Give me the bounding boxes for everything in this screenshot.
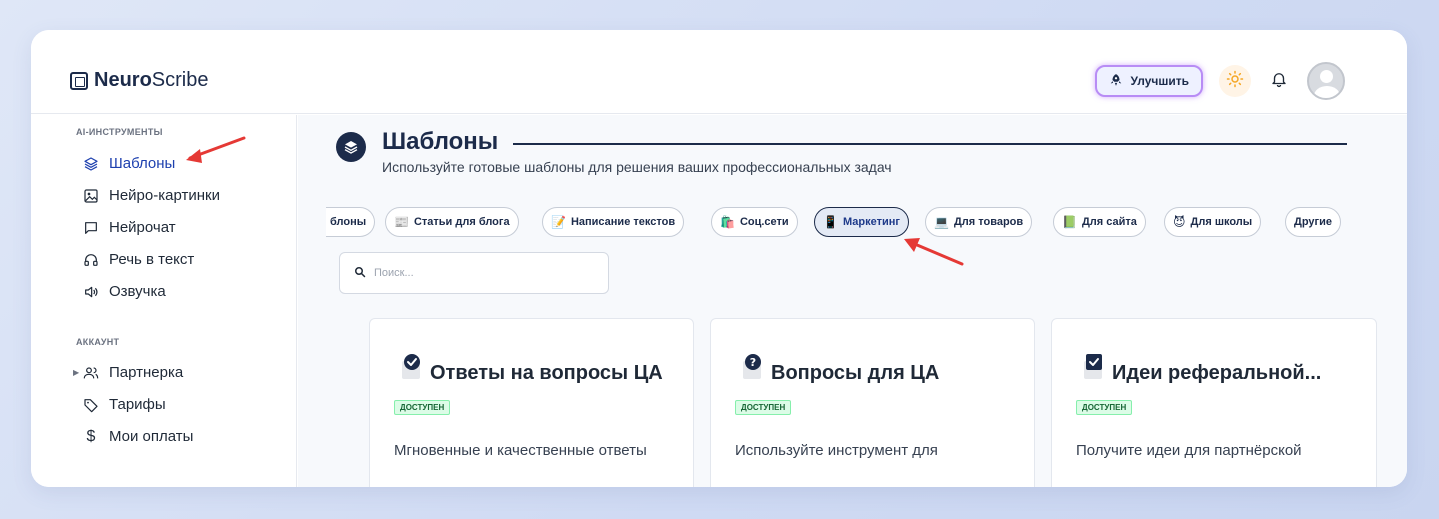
sidebar-item-label: Озвучка [109, 283, 166, 300]
chip-templates-partial[interactable]: блоны [326, 207, 376, 237]
theme-toggle-button[interactable] [1219, 65, 1251, 97]
sidebar-item-tariffs[interactable]: Тарифы [83, 396, 166, 413]
sun-icon [1226, 70, 1244, 93]
notifications-button[interactable] [1267, 69, 1291, 93]
sidebar: AI-ИНСТРУМЕНТЫ Шаблоны Нейро-картинки Не… [31, 115, 297, 487]
template-card[interactable]: Идеи реферальной... ДОСТУПЕН Получите ид… [1051, 318, 1377, 487]
dollar-icon: $ [86, 427, 96, 445]
memo-icon: 📝 [551, 215, 566, 229]
sidebar-item-label: Речь в текст [109, 251, 195, 268]
header-actions: Улучшить [1094, 62, 1345, 100]
question-doc-icon: ? [741, 353, 765, 381]
search-icon [354, 266, 366, 281]
status-badge: ДОСТУПЕН [735, 400, 792, 415]
chip-for-products[interactable]: 💻 Для товаров [925, 207, 1033, 237]
book-icon: 📗 [1062, 215, 1077, 229]
shopping-bags-icon: 🛍️ [720, 215, 735, 229]
expand-caret-icon[interactable]: ▶ [73, 368, 79, 377]
card-description: Мгновенные и качественные ответы [394, 442, 647, 459]
section-label-ai: AI-ИНСТРУМЕНТЫ [76, 127, 163, 137]
chip-marketing[interactable]: 📱 Маркетинг [814, 207, 909, 237]
sidebar-item-neurochat[interactable]: Нейрочат [83, 219, 176, 236]
upgrade-button[interactable]: Улучшить [1094, 65, 1203, 97]
check-doc-icon [400, 353, 424, 381]
users-icon [83, 365, 99, 381]
chip-label: Для школы [1190, 216, 1253, 228]
app-window: NeuroScribe Улучшить AI-ИНСТРУМЕНТЫ Шабл… [31, 30, 1407, 487]
chip-other[interactable]: Другие [1285, 207, 1341, 237]
section-label-account: АККАУНТ [76, 337, 120, 347]
rocket-icon [1109, 73, 1123, 90]
sidebar-item-label: Нейрочат [109, 219, 176, 236]
title-divider [513, 143, 1347, 145]
logo-bold: Neuro [94, 69, 152, 91]
sidebar-item-label: Тарифы [109, 396, 166, 413]
devil-face-icon: 😈 [1173, 215, 1186, 229]
bell-icon [1270, 69, 1288, 94]
chip-blog-articles[interactable]: 📰 Статьи для блога [385, 207, 519, 237]
chip-social-media[interactable]: 🛍️ Соц.сети [711, 207, 798, 237]
template-card[interactable]: Ответы на вопросы ЦА ДОСТУПЕН Мгновенные… [369, 318, 694, 487]
chip-text-writing[interactable]: 📝 Написание текстов [542, 207, 685, 237]
sidebar-item-partner[interactable]: ▶ Партнерка [73, 364, 184, 381]
sidebar-item-payments[interactable]: $ Мои оплаты [83, 427, 194, 446]
chip-for-school[interactable]: 😈 Для школы [1164, 207, 1262, 237]
chat-icon [83, 220, 99, 236]
main-content: Шаблоны Используйте готовые шаблоны для … [298, 115, 1407, 487]
chip-label: Другие [1294, 216, 1332, 228]
template-card[interactable]: ? Вопросы для ЦА ДОСТУПЕН Используйте ин… [710, 318, 1035, 487]
phone-icon: 📱 [823, 215, 838, 229]
card-description: Используйте инструмент для [735, 442, 938, 459]
templates-title-icon [336, 132, 366, 162]
logo[interactable]: NeuroScribe [70, 69, 209, 92]
checkbox-doc-icon [1082, 353, 1106, 381]
chip-label: Написание текстов [570, 216, 676, 228]
sidebar-item-label: Мои оплаты [109, 428, 194, 445]
layers-icon [83, 156, 99, 172]
card-title: Ответы на вопросы ЦА [430, 362, 663, 384]
upgrade-label: Улучшить [1130, 74, 1189, 88]
chip-label: Для сайта [1081, 216, 1137, 228]
card-title: Идеи реферальной... [1112, 362, 1322, 384]
card-description: Получите идеи для партнёрской [1076, 442, 1302, 459]
status-badge: ДОСТУПЕН [394, 400, 451, 415]
chip-label: Для товаров [953, 216, 1024, 228]
sidebar-item-label: Шаблоны [109, 155, 176, 172]
chip-label: Маркетинг [842, 216, 900, 228]
sidebar-item-label: Нейро-картинки [109, 187, 220, 204]
page-title: Шаблоны [382, 128, 499, 155]
user-avatar[interactable] [1307, 62, 1345, 100]
search-input[interactable] [374, 267, 594, 279]
newspaper-icon: 📰 [394, 215, 409, 229]
chip-for-website[interactable]: 📗 Для сайта [1053, 207, 1146, 237]
image-icon [83, 188, 99, 204]
search-box[interactable] [339, 252, 609, 294]
sidebar-item-label: Партнерка [109, 364, 184, 381]
logo-light: Scribe [151, 69, 209, 91]
category-chips: блоны 📰 Статьи для блога 📝 Написание тек… [298, 207, 1407, 237]
sidebar-item-voiceover[interactable]: Озвучка [83, 283, 166, 300]
sidebar-item-neuro-images[interactable]: Нейро-картинки [83, 187, 220, 204]
laptop-icon: 💻 [934, 215, 949, 229]
svg-text:?: ? [750, 356, 756, 369]
card-title: Вопросы для ЦА [771, 362, 940, 384]
sidebar-item-templates[interactable]: Шаблоны [83, 155, 175, 172]
chip-label: блоны [330, 216, 367, 228]
headphones-icon [83, 252, 99, 268]
sidebar-item-speech-to-text[interactable]: Речь в текст [83, 251, 194, 268]
speaker-icon [83, 284, 99, 300]
top-header: NeuroScribe Улучшить [31, 30, 1407, 114]
chip-label: Соц.сети [739, 216, 789, 228]
chip-label: Статьи для блога [413, 216, 510, 228]
page-subtitle: Используйте готовые шаблоны для решения … [382, 159, 892, 175]
logo-icon [70, 71, 88, 90]
status-badge: ДОСТУПЕН [1076, 400, 1133, 415]
tag-icon [83, 397, 99, 413]
